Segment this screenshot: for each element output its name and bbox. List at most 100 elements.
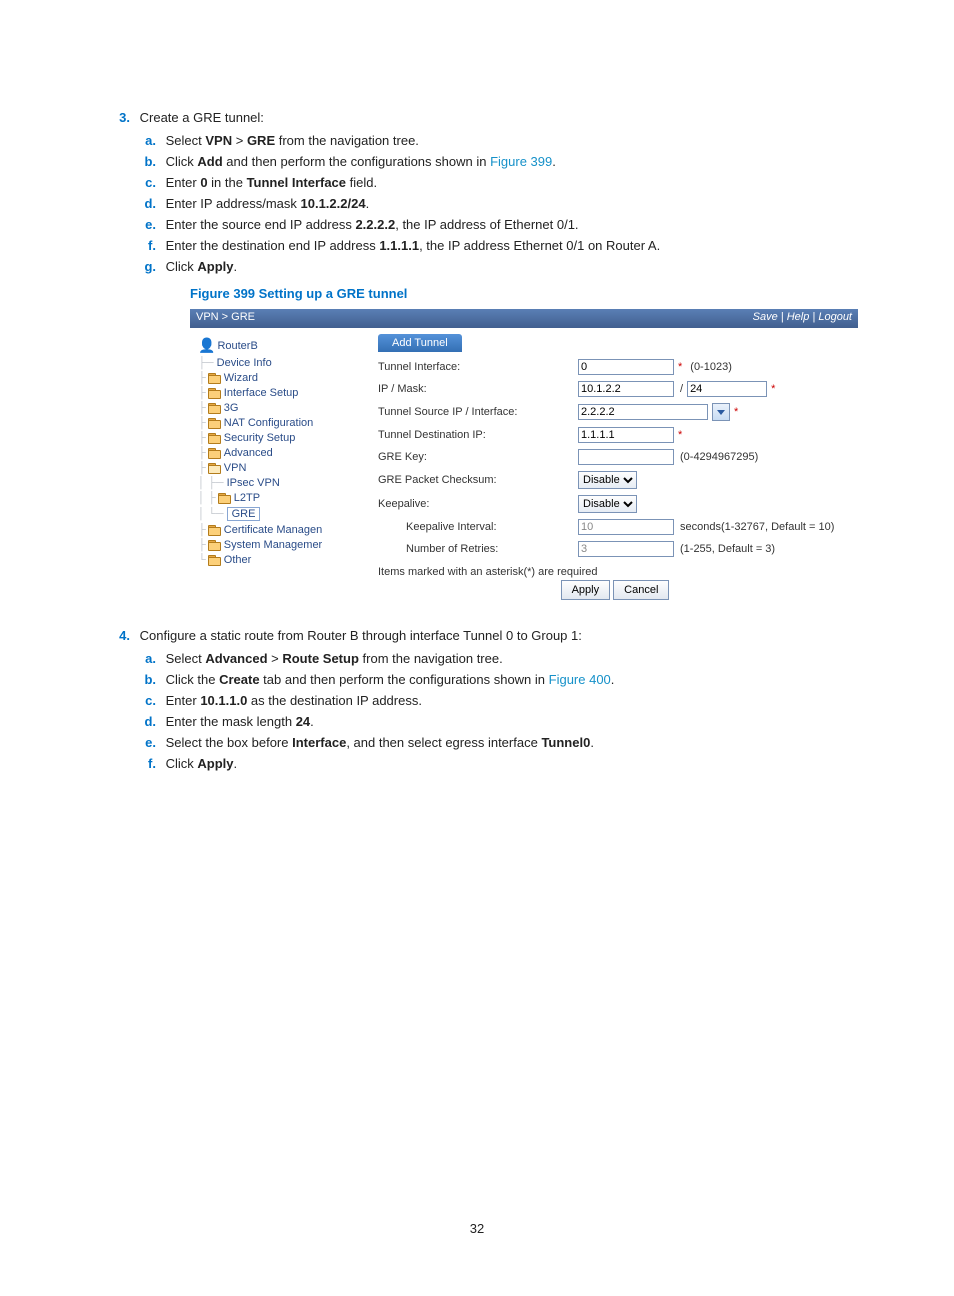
- field-label: Tunnel Destination IP:: [378, 429, 578, 441]
- folder-icon: [208, 373, 220, 383]
- tunnel-interface-input[interactable]: [578, 359, 674, 375]
- step-title: Configure a static route from Router B t…: [140, 628, 820, 643]
- substep-letter: d.: [100, 196, 156, 211]
- substep-text: Click Add and then perform the configura…: [166, 154, 786, 169]
- field-label: Number of Retries:: [378, 543, 578, 555]
- apply-button[interactable]: Apply: [561, 580, 611, 600]
- substep-letter: a.: [100, 651, 156, 666]
- folder-icon: [208, 525, 220, 535]
- step-number: 4.: [100, 628, 130, 643]
- tunnel-source-input[interactable]: [578, 404, 708, 420]
- folder-icon: [218, 493, 230, 503]
- substep-text: Select VPN > GRE from the navigation tre…: [166, 133, 786, 148]
- page-number: 32: [0, 1221, 954, 1236]
- required-star: *: [734, 406, 738, 418]
- nav-item[interactable]: │ ├─ IPsec VPN: [198, 477, 366, 489]
- required-star: *: [771, 383, 775, 395]
- folder-icon: [208, 418, 220, 428]
- field-label: Keepalive:: [378, 498, 578, 510]
- nav-item[interactable]: ├System Managemer: [198, 539, 366, 551]
- substep-letter: c.: [100, 175, 156, 190]
- field-label: GRE Key:: [378, 451, 578, 463]
- required-note: Items marked with an asterisk(*) are req…: [378, 566, 852, 578]
- field-hint: seconds(1-32767, Default = 10): [680, 521, 834, 533]
- page: 3. Create a GRE tunnel: a. Select VPN > …: [0, 0, 954, 1296]
- tunnel-dest-input[interactable]: [578, 427, 674, 443]
- nav-item[interactable]: ├Certificate Managen: [198, 524, 366, 536]
- substep-text: Select Advanced > Route Setup from the n…: [166, 651, 786, 666]
- screenshot-figure: VPN > GRE Save | Help | Logout 👤 RouterB…: [190, 309, 858, 606]
- logout-link[interactable]: Logout: [818, 311, 852, 323]
- field-label: Tunnel Interface:: [378, 361, 578, 373]
- folder-icon: [208, 403, 220, 413]
- substep-letter: b.: [100, 154, 156, 169]
- substep-letter: c.: [100, 693, 156, 708]
- substep-letter: e.: [100, 735, 156, 750]
- substep-text: Enter 10.1.1.0 as the destination IP add…: [166, 693, 786, 708]
- user-icon: 👤: [198, 337, 215, 354]
- tab-add-tunnel[interactable]: Add Tunnel: [378, 334, 462, 352]
- nav-item[interactable]: ├Security Setup: [198, 432, 366, 444]
- field-label: GRE Packet Checksum:: [378, 474, 578, 486]
- substep-text: Enter the destination end IP address 1.1…: [166, 238, 786, 253]
- nav-item[interactable]: ├NAT Configuration: [198, 417, 366, 429]
- nav-item[interactable]: ├Advanced: [198, 447, 366, 459]
- keepalive-interval-input[interactable]: [578, 519, 674, 535]
- keepalive-select[interactable]: Disable: [578, 495, 637, 513]
- field-label: Keepalive Interval:: [378, 521, 578, 533]
- figure-link[interactable]: Figure 399: [490, 154, 552, 169]
- folder-icon: [208, 448, 220, 458]
- top-links: Save | Help | Logout: [753, 311, 852, 323]
- substep-text: Select the box before Interface, and the…: [166, 735, 786, 750]
- nav-item[interactable]: ├─ Device Info: [198, 357, 366, 369]
- nav-item[interactable]: ├Wizard: [198, 372, 366, 384]
- required-star: *: [678, 429, 682, 441]
- substep-letter: f.: [100, 238, 156, 253]
- help-link[interactable]: Help: [787, 311, 810, 323]
- substep-text: Enter the mask length 24.: [166, 714, 786, 729]
- folder-icon: [208, 540, 220, 550]
- substep-letter: f.: [100, 756, 156, 771]
- step-title: Create a GRE tunnel:: [140, 110, 820, 125]
- field-label: IP / Mask:: [378, 383, 578, 395]
- save-link[interactable]: Save: [753, 311, 778, 323]
- substep-letter: e.: [100, 217, 156, 232]
- nav-item-current[interactable]: │ └─ GRE: [198, 507, 366, 521]
- folder-icon: [208, 433, 220, 443]
- chevron-down-icon[interactable]: [712, 403, 730, 421]
- nav-item[interactable]: ├3G: [198, 402, 366, 414]
- nav-root: 👤 RouterB: [198, 337, 366, 354]
- step-number: 3.: [100, 110, 130, 125]
- substep-text: Click Apply.: [166, 756, 786, 771]
- substep-text: Click the Create tab and then perform th…: [166, 672, 786, 687]
- nav-item[interactable]: ├Interface Setup: [198, 387, 366, 399]
- checksum-select[interactable]: Disable: [578, 471, 637, 489]
- field-hint: (0-1023): [690, 361, 732, 373]
- substep-letter: g.: [100, 259, 156, 274]
- substep-letter: d.: [100, 714, 156, 729]
- required-star: *: [678, 361, 682, 373]
- cancel-button[interactable]: Cancel: [613, 580, 669, 600]
- substep-letter: b.: [100, 672, 156, 687]
- substep-letter: a.: [100, 133, 156, 148]
- substep-text: Click Apply.: [166, 259, 786, 274]
- nav-item[interactable]: ├VPN: [198, 462, 366, 474]
- folder-icon: [208, 463, 220, 473]
- ip-input[interactable]: [578, 381, 674, 397]
- nav-item[interactable]: │ ├L2TP: [198, 492, 366, 504]
- gre-key-input[interactable]: [578, 449, 674, 465]
- folder-icon: [208, 555, 220, 565]
- field-hint: (0-4294967295): [680, 451, 758, 463]
- mask-input[interactable]: [687, 381, 767, 397]
- field-hint: (1-255, Default = 3): [680, 543, 775, 555]
- substep-text: Enter IP address/mask 10.1.2.2/24.: [166, 196, 786, 211]
- field-label: Tunnel Source IP / Interface:: [378, 406, 578, 418]
- substep-text: Enter the source end IP address 2.2.2.2,…: [166, 217, 786, 232]
- figure-caption: Figure 399 Setting up a GRE tunnel: [190, 286, 864, 301]
- breadcrumb: VPN > GRE Save | Help | Logout: [190, 309, 858, 328]
- nav-tree: 👤 RouterB ├─ Device Info ├Wizard ├Interf…: [190, 328, 368, 606]
- nav-item[interactable]: └Other: [198, 554, 366, 566]
- retries-input[interactable]: [578, 541, 674, 557]
- main-panel: Add Tunnel Tunnel Interface: * (0-1023) I…: [368, 328, 858, 606]
- figure-link[interactable]: Figure 400: [549, 672, 611, 687]
